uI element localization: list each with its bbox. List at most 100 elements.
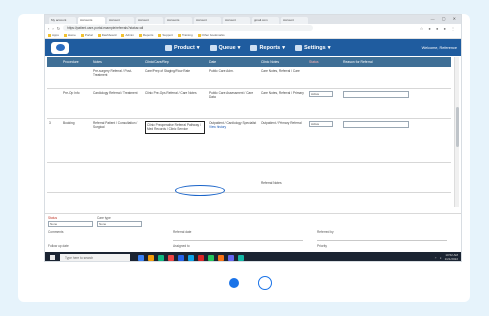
window-controls[interactable]: — ▢ ✕ [431,16,459,21]
filter-form: Status Care type None None Comments Refe… [45,213,461,251]
table-row: Pre-Op Info Cardiology Referral / Treatm… [47,89,451,119]
browser-tab-bar: My account Accounts Account Account Acco… [45,15,461,24]
status-filter-select[interactable]: None [48,221,93,227]
bookmark[interactable]: Other bookmarks [198,33,225,37]
reason-input[interactable] [343,121,409,128]
reload-icon[interactable]: ↻ [57,26,60,31]
nav-item-queue[interactable]: Queue ▾ [209,44,240,51]
system-tray: ◔ ◖ 10:52 AM 1/21/2022 [435,253,458,261]
wifi-icon[interactable]: ◔ [435,256,437,260]
cell: Clinic Pre-Ops Referral / Care Notes [145,91,197,95]
app-icon[interactable] [208,254,214,261]
queue-icon [209,44,217,51]
nav-item-reports[interactable]: Reports ▾ [250,44,285,51]
cell: Care Notes, Referral / Primary [261,91,304,95]
cell [61,67,91,88]
cell: Referral Notes [261,181,282,185]
status-select[interactable]: Active [309,121,333,127]
nav-label: Product [174,44,195,51]
browser-tab[interactable]: Account [107,17,134,24]
cell: Public Care Adm. [209,69,234,73]
taskbar-apps [138,254,244,261]
volume-icon[interactable]: ◖ [440,256,442,260]
bookmark[interactable]: Support [158,33,173,37]
app-icon[interactable] [138,254,144,261]
extension-icons[interactable]: ☆ ● ● ● ⋮ [420,26,457,31]
bookmark[interactable]: Portal [81,33,93,37]
referred-by-input[interactable] [317,240,447,241]
care-type-select[interactable]: None [97,221,142,227]
cell: Pre-surgery Referral / Post-Treatment [93,69,132,78]
bookmark[interactable]: Training [178,33,193,37]
cell [47,67,61,88]
nav-label: Reports [259,44,281,51]
form-label: Follow up date [48,244,69,248]
reason-input[interactable] [343,91,409,98]
cell [307,67,341,88]
browser-tab[interactable]: Account [136,17,163,24]
carousel-dot[interactable] [258,276,272,290]
cell [47,89,61,118]
taskbar-search[interactable]: Type here to search [60,253,130,261]
app-icon[interactable] [158,254,164,261]
table-row: Referral Notes [47,163,451,193]
cell: Outpatient / Cardiology Specialist View … [207,119,259,162]
bookmark[interactable]: Admin [121,33,134,37]
highlighted-note: Clinic Preoperative Referral Pathway / M… [145,121,205,134]
status-select[interactable]: Active [309,91,333,97]
cell: Public Care Assessment / Care Data [209,91,254,100]
app-icon[interactable] [238,254,244,261]
scroll-thumb[interactable] [456,107,459,147]
cell: Cardiology Referral / Treatment [93,91,138,95]
chevron-down-icon: ▾ [196,44,200,51]
app-icon[interactable] [188,254,194,261]
app-logo[interactable] [51,41,69,54]
status-cell: Active [307,119,341,162]
os-taskbar: Type here to search ◔ ◖ 10:52 AM 1/21/20… [45,252,461,261]
cell: Care Notes, Referral / Care [261,69,300,73]
nav-item-settings[interactable]: Settings ▾ [294,44,330,51]
nav-item-product[interactable]: Product ▾ [165,44,200,51]
app-icon[interactable] [198,254,204,261]
browser-tab[interactable]: Account [281,17,308,24]
app-icon[interactable] [218,254,224,261]
bookmark[interactable]: Apps [48,33,59,37]
carousel-dot-active[interactable] [229,278,239,288]
folder-icon[interactable] [148,254,154,261]
app-icon[interactable] [168,254,174,261]
user-info[interactable]: Welcome, Reference [422,46,457,50]
cell: 3 [49,121,51,125]
history-link[interactable]: View history [209,125,226,129]
browser-tab[interactable]: Account [194,17,221,24]
col-header: Date [209,60,217,64]
col-header: Reason for Referral [343,60,373,64]
browser-tab[interactable]: Accounts [165,17,192,24]
url-field[interactable]: https://patient.care-portal.example/refe… [63,25,314,31]
browser-tab[interactable]: My account [49,17,76,24]
app-icon[interactable] [228,254,234,261]
bookmark[interactable]: Home [64,33,76,37]
bookmark[interactable]: Reports [139,33,154,37]
nav-label: Queue [218,44,236,51]
form-label: Comments [48,230,64,234]
scrollbar[interactable] [454,57,459,207]
browser-tab[interactable]: Accounts [78,17,105,24]
col-header: Procedure [63,60,79,64]
main-nav: Product ▾ Queue ▾ Reports ▾ Settings ▾ [165,44,330,51]
windows-start-icon[interactable] [50,255,55,260]
back-icon[interactable]: ‹ [48,26,49,31]
app-icon[interactable] [178,254,184,261]
browser-tab[interactable]: Account [223,17,250,24]
browser-tab[interactable]: gmail.com [252,17,279,24]
bookmark[interactable]: Dashboard [98,33,117,37]
referral-date-input[interactable] [173,240,303,241]
cell: Booking [63,121,75,125]
chevron-down-icon: ▾ [282,44,285,51]
cell-text: Outpatient / Cardiology Specialist [209,121,257,125]
cell: Referral Patient / Consultation / Surgic… [93,121,138,130]
product-icon [165,44,172,51]
clock[interactable]: 10:52 AM 1/21/2022 [445,253,458,261]
forward-icon[interactable]: › [52,26,53,31]
screenshot-frame: My account Accounts Account Account Acco… [44,14,462,262]
app-header: Product ▾ Queue ▾ Reports ▾ Settings ▾ Welco… [45,39,461,56]
